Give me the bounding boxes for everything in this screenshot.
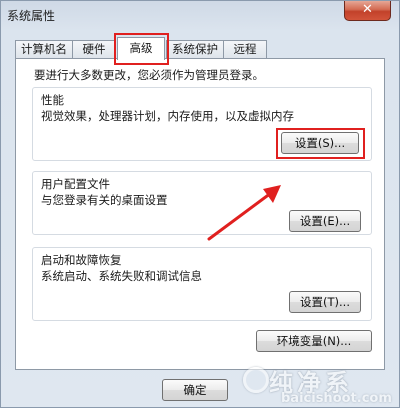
settings-highlight-box — [276, 128, 365, 159]
performance-title: 性能 — [41, 93, 64, 107]
system-properties-window: 系统属性 ✕ 计算机名 硬件 高级 系统保护 远程 要进行大多数更改，您必须作为… — [0, 0, 400, 408]
title-bar[interactable]: 系统属性 ✕ — [1, 1, 399, 31]
startup-recovery-settings-button[interactable]: 设置(T)... — [289, 291, 361, 313]
advanced-tab-panel: 要进行大多数更改，您必须作为管理员登录。 性能 视觉效果，处理器计划，内存使用，… — [15, 58, 385, 370]
tab-computer-name[interactable]: 计算机名 — [15, 40, 73, 59]
user-profiles-settings-button[interactable]: 设置(E)... — [289, 210, 361, 232]
tab-strip: 计算机名 硬件 高级 系统保护 远程 — [15, 33, 375, 65]
startup-recovery-group: 启动和故障恢复 系统启动、系统失败和调试信息 设置(T)... — [32, 247, 372, 321]
performance-desc: 视觉效果，处理器计划，内存使用，以及虚拟内存 — [41, 109, 294, 123]
watermark-logo-icon — [243, 367, 269, 393]
watermark-url: baicishoot.com — [281, 391, 392, 406]
startup-recovery-desc: 系统启动、系统失败和调试信息 — [41, 269, 202, 283]
user-profiles-desc: 与您登录有关的桌面设置 — [41, 193, 168, 207]
tab-hardware[interactable]: 硬件 — [72, 40, 116, 59]
user-profiles-title: 用户配置文件 — [41, 177, 110, 191]
tab-system-protection[interactable]: 系统保护 — [166, 40, 224, 59]
ok-button[interactable]: 确定 — [162, 379, 228, 401]
admin-note: 要进行大多数更改，您必须作为管理员登录。 — [34, 68, 264, 82]
annotation-arrow-icon — [207, 185, 281, 241]
window-title: 系统属性 — [7, 9, 56, 23]
startup-recovery-title: 启动和故障恢复 — [41, 253, 122, 267]
performance-group: 性能 视觉效果，处理器计划，内存使用，以及虚拟内存 设置(S)... — [32, 87, 372, 161]
tab-remote[interactable]: 远程 — [223, 40, 267, 59]
site-watermark: 纯净系 baicishoot.com — [241, 361, 400, 408]
tab-highlight-box — [114, 33, 169, 65]
environment-variables-button[interactable]: 环境变量(N)... — [256, 330, 372, 352]
close-button[interactable]: ✕ — [344, 1, 391, 21]
